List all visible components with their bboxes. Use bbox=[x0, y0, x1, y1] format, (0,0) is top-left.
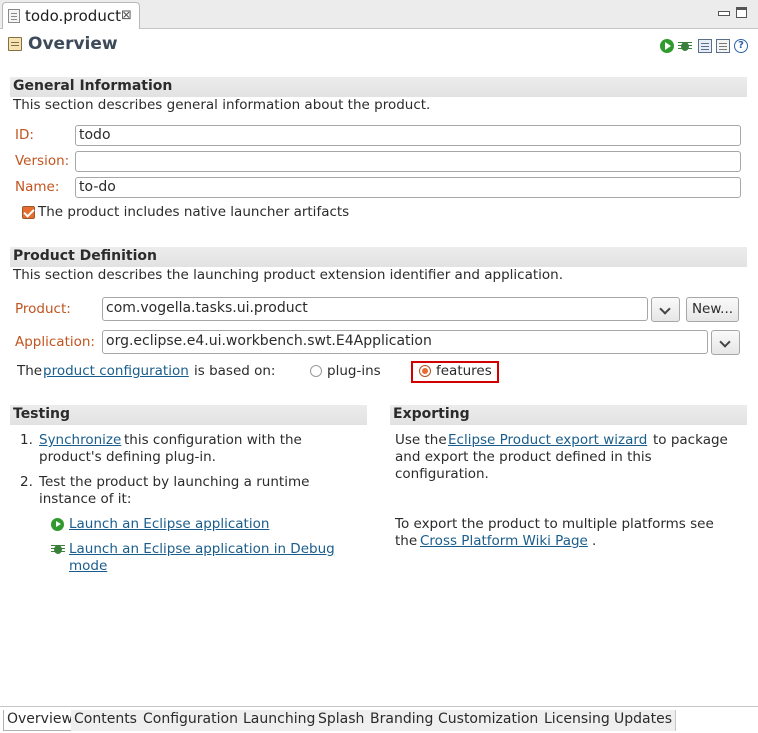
help-icon[interactable]: ? bbox=[734, 39, 748, 53]
product-dropdown-button[interactable] bbox=[651, 297, 680, 322]
native-launcher-checkbox[interactable] bbox=[22, 206, 35, 219]
general-description: This section describes general informati… bbox=[13, 97, 431, 113]
maximize-icon[interactable] bbox=[736, 7, 747, 18]
export-p1-line3: configuration. bbox=[395, 466, 489, 482]
product-combo[interactable]: com.vogella.tasks.ui.product bbox=[102, 297, 648, 321]
native-launcher-label: The product includes native launcher art… bbox=[38, 204, 350, 220]
page-title: Overview bbox=[28, 34, 118, 54]
name-label: Name: bbox=[15, 179, 60, 195]
launch-debug-mode-link[interactable]: Launch an Eclipse application in Debug bbox=[69, 541, 335, 558]
product-export-wizard-link[interactable]: Eclipse Product export wizard bbox=[448, 432, 647, 449]
overview-icon bbox=[8, 37, 22, 51]
id-field[interactable]: todo bbox=[75, 125, 741, 146]
run-icon[interactable] bbox=[660, 39, 674, 53]
plugins-radio[interactable] bbox=[310, 365, 322, 377]
tab-branding[interactable]: Branding bbox=[367, 710, 438, 731]
id-label: ID: bbox=[15, 127, 34, 143]
launch-eclipse-application-link[interactable]: Launch an Eclipse application bbox=[69, 516, 269, 533]
export-p1-suffix: to package bbox=[653, 432, 728, 448]
launch-debug-mode-link-cont[interactable]: mode bbox=[69, 558, 107, 575]
tab-launching[interactable]: Launching bbox=[240, 710, 320, 731]
section-exporting[interactable]: Exporting bbox=[390, 405, 747, 425]
page-tab-bar: Overview Contents Configuration Launchin… bbox=[0, 706, 758, 733]
application-label: Application: bbox=[15, 334, 95, 350]
tab-splash[interactable]: Splash bbox=[315, 710, 369, 731]
version-field[interactable] bbox=[75, 151, 741, 172]
export-p1-prefix: Use the bbox=[395, 432, 447, 448]
tab-configuration[interactable]: Configuration bbox=[140, 710, 242, 731]
synchronize-link[interactable]: Synchronize bbox=[39, 432, 121, 449]
export-p2-line1: To export the product to multiple platfo… bbox=[395, 516, 714, 532]
plugins-radio-label: plug-ins bbox=[327, 363, 381, 379]
tab-overview[interactable]: Overview bbox=[3, 710, 77, 731]
definition-description: This section describes the launching pro… bbox=[13, 267, 563, 283]
editor-tab-todo-product[interactable]: todo.product ⊠ bbox=[2, 2, 140, 29]
testing-step-1-number: 1. bbox=[20, 432, 33, 448]
testing-step-1-text-b: product's defining plug-in. bbox=[39, 449, 216, 465]
product-label: Product: bbox=[15, 301, 71, 317]
testing-step-2-text-a: Test the product by launching a runtime bbox=[39, 474, 310, 490]
features-radio-label: features bbox=[436, 363, 492, 379]
export-p1-line2: and export the product defined in this bbox=[395, 449, 652, 465]
debug-icon bbox=[51, 542, 65, 556]
editor-tab-bar: todo.product ⊠ bbox=[0, 0, 758, 29]
export-product-icon[interactable] bbox=[698, 39, 712, 53]
tab-contents[interactable]: Contents bbox=[71, 710, 141, 731]
export-p2-prefix: the bbox=[395, 533, 418, 549]
minimize-icon[interactable] bbox=[718, 7, 730, 18]
section-testing[interactable]: Testing bbox=[10, 405, 367, 425]
section-general-information[interactable]: General Information bbox=[10, 77, 747, 97]
tab-updates[interactable]: Updates bbox=[611, 710, 676, 731]
tab-customization[interactable]: Customization bbox=[435, 710, 543, 731]
config-suffix-text: is based on: bbox=[194, 363, 276, 379]
export-p2-suffix: . bbox=[592, 533, 597, 549]
section-product-definition[interactable]: Product Definition bbox=[10, 247, 747, 267]
editor-tab-title: todo.product bbox=[25, 7, 121, 25]
product-configuration-link[interactable]: product configuration bbox=[43, 363, 189, 379]
testing-step-2-text-b: instance of it: bbox=[39, 491, 132, 507]
tab-licensing[interactable]: Licensing bbox=[541, 710, 614, 731]
cross-platform-wiki-link[interactable]: Cross Platform Wiki Page bbox=[420, 533, 588, 550]
new-product-button[interactable]: New... bbox=[686, 297, 739, 322]
product-file-icon bbox=[8, 9, 20, 23]
run-icon bbox=[51, 518, 64, 531]
close-icon[interactable]: ⊠ bbox=[121, 8, 132, 23]
testing-step-2-number: 2. bbox=[20, 474, 33, 490]
version-label: Version: bbox=[15, 153, 70, 169]
synchronize-doc-icon[interactable] bbox=[716, 39, 730, 53]
features-radio[interactable] bbox=[419, 365, 431, 377]
debug-icon[interactable] bbox=[678, 39, 692, 53]
application-combo[interactable]: org.eclipse.e4.ui.workbench.swt.E4Applic… bbox=[102, 330, 708, 354]
application-dropdown-button[interactable] bbox=[711, 330, 740, 355]
name-field[interactable]: to-do bbox=[75, 177, 741, 198]
testing-step-1-text-a: this configuration with the bbox=[124, 432, 302, 448]
config-prefix-text: The bbox=[17, 363, 43, 379]
